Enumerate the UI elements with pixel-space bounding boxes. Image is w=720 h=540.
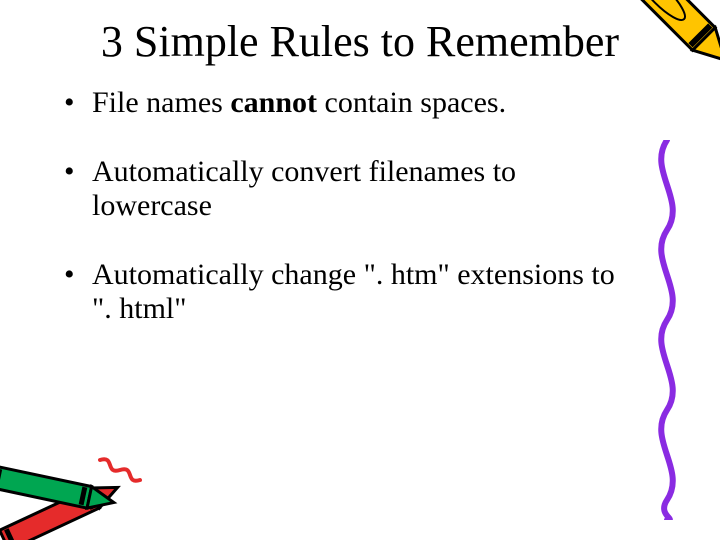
squiggle-icon	[642, 140, 692, 520]
list-item: Automatically change ". htm" extensions …	[60, 258, 640, 327]
slide-title: 3 Simple Rules to Remember	[0, 0, 720, 66]
list-item: File names cannot contain spaces.	[60, 86, 640, 121]
bullet-list: File names cannot contain spaces. Automa…	[0, 86, 720, 327]
bullet-text: Automatically convert filenames to lower…	[92, 155, 516, 223]
bullet-text: contain spaces.	[317, 86, 506, 119]
bullet-text: File names	[92, 86, 230, 119]
crayons-icon	[0, 430, 160, 540]
list-item: Automatically convert filenames to lower…	[60, 155, 640, 224]
bullet-text: Automatically change ". htm" extensions …	[92, 258, 615, 326]
bullet-bold: cannot	[230, 86, 317, 119]
